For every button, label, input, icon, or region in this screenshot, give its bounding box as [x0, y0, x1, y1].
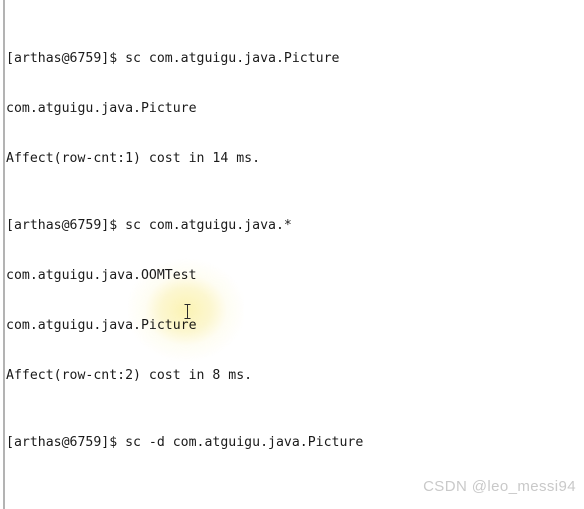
affect-line-2: Affect(row-cnt:2) cost in 8 ms.: [6, 368, 253, 384]
affect-line-1: Affect(row-cnt:1) cost in 14 ms.: [6, 151, 261, 167]
command-line-sc-detail: [arthas@6759]$ sc -d com.atguigu.java.Pi…: [6, 435, 364, 451]
detail-row-class-info: class-infocom.atguigu.java.Picture: [6, 502, 584, 509]
output-class-oomtest: com.atguigu.java.OOMTest: [6, 268, 197, 284]
terminal-output-area[interactable]: [arthas@6759]$ sc com.atguigu.java.Pictu…: [6, 0, 584, 509]
output-class-picture-2: com.atguigu.java.Picture: [6, 318, 197, 334]
command-line-sc-wildcard: [arthas@6759]$ sc com.atguigu.java.*: [6, 218, 292, 234]
terminal-window[interactable]: [arthas@6759]$ sc com.atguigu.java.Pictu…: [0, 0, 584, 509]
command-line-sc-picture: [arthas@6759]$ sc com.atguigu.java.Pictu…: [6, 51, 340, 67]
output-class-picture: com.atguigu.java.Picture: [6, 101, 197, 117]
csdn-watermark: CSDN @leo_messi94: [423, 478, 576, 495]
